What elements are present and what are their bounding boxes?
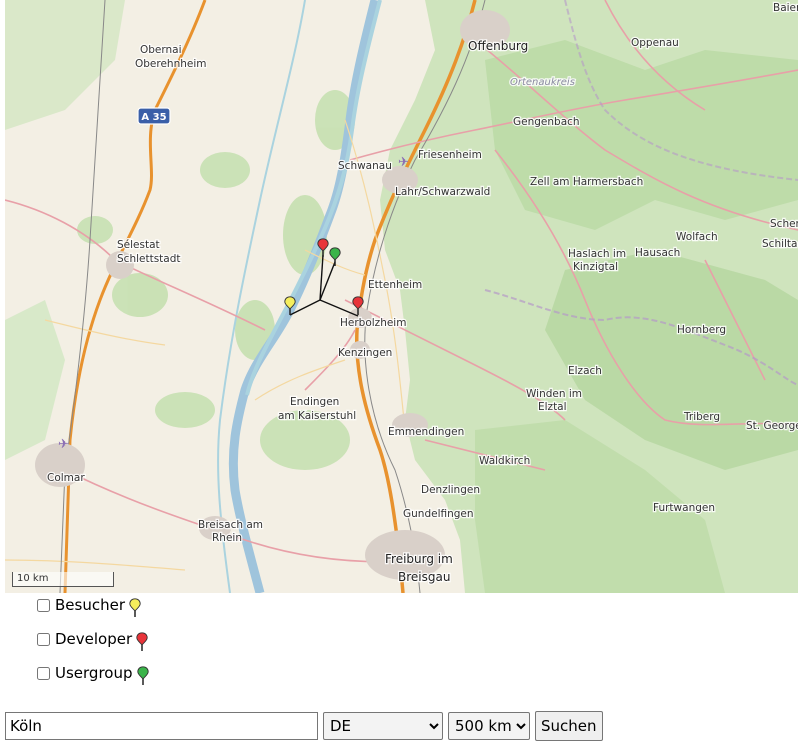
legend-item-usergroup: Usergroup [36,664,149,698]
scale-bar: 10 km [12,572,114,587]
place-label: St. Georgen [746,420,798,432]
legend: Besucher Developer Usergroup [36,596,149,698]
place-label: Hornberg [677,324,726,336]
airport-icon: ✈ [58,437,69,452]
place-label: Elztal [538,401,567,413]
legend-label-developer: Developer [55,630,133,648]
place-label: Wolfach [676,231,718,243]
place-label: Schwanau [338,160,392,172]
place-label: Rhein [212,532,242,544]
place-label: Winden im [526,388,582,400]
radius-select[interactable]: 500 km [448,712,530,740]
place-label: Haslach im [568,248,626,260]
place-label: Hausach [635,247,680,259]
red-pin-icon [136,632,148,651]
place-label: Baier [773,2,798,14]
legend-label-besucher: Besucher [55,596,125,614]
legend-item-besucher: Besucher [36,596,149,630]
place-label: Waldkirch [479,455,530,467]
place-label: Scher [770,218,798,230]
place-label: Schiltac [762,238,798,250]
place-label: Obernai [140,44,182,56]
place-label: Gundelfingen [403,508,474,520]
place-label: Herbolzheim [340,317,406,329]
place-label: Freiburg im [385,552,453,566]
besucher-checkbox[interactable] [37,599,50,612]
place-label: Sélestat [117,239,160,251]
place-label: Kinzigtal [573,261,618,273]
place-label: Emmendingen [388,426,464,438]
place-label: Offenburg [468,39,528,53]
place-label: Friesenheim [418,149,482,161]
place-label: Endingen [290,396,339,408]
map-tiles: ✈ ✈ Obernai Oberehnheim Offenburg Oppenau Ba… [5,0,798,593]
place-label: Denzlingen [421,484,480,496]
place-label: Zell am Harmersbach [530,176,643,188]
developer-checkbox[interactable] [37,633,50,646]
place-label: Kenzingen [338,347,392,359]
place-label: Oppenau [631,37,679,49]
place-label: Gengenbach [513,116,580,128]
map-view[interactable]: ✈ ✈ Obernai Oberehnheim Offenburg Oppenau Ba… [5,0,798,593]
legend-label-usergroup: Usergroup [55,664,133,682]
yellow-pin-icon [129,598,141,617]
city-input[interactable] [5,712,318,740]
country-select[interactable]: DE [323,712,443,740]
legend-item-developer: Developer [36,630,149,664]
place-label: Schlettstadt [117,253,181,265]
green-pin-icon [136,666,149,685]
place-label: Breisach am [198,519,263,531]
place-label: Triberg [683,411,720,423]
place-label: am Kaiserstuhl [278,410,356,422]
place-label: Breisgau [398,570,450,584]
search-bar: DE 500 km Suchen [5,711,603,741]
place-label: Ortenaukreis [510,77,575,88]
usergroup-checkbox[interactable] [37,667,50,680]
place-label: Lahr/Schwarzwald [395,186,490,198]
place-label: Furtwangen [653,502,715,514]
place-label: Colmar [47,472,85,484]
place-label: Ettenheim [368,279,422,291]
airport-icon: ✈ [398,155,409,170]
place-label: A 35 [141,112,166,123]
search-button[interactable]: Suchen [535,711,603,741]
place-label: Elzach [568,365,602,377]
place-label: Oberehnheim [135,58,207,70]
